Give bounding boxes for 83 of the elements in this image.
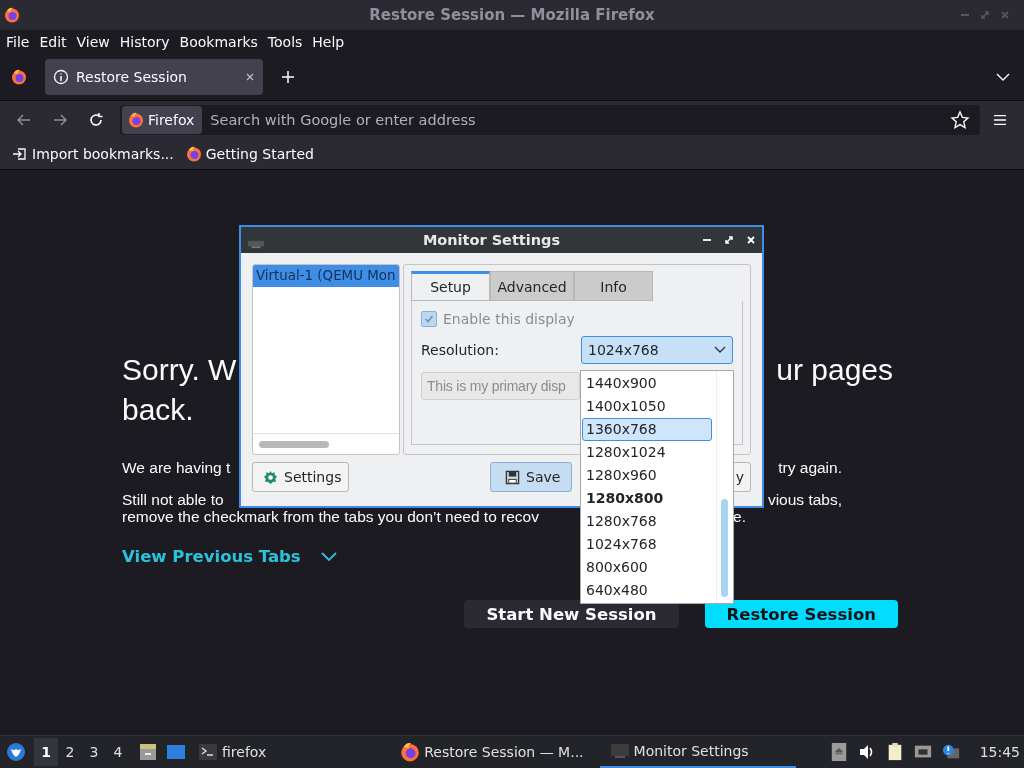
- restore-session-button[interactable]: Restore Session: [704, 600, 898, 628]
- chevron-down-icon[interactable]: [320, 551, 337, 562]
- firefox-logo-icon: [400, 742, 421, 762]
- file-cabinet-icon[interactable]: [138, 742, 158, 762]
- option-item[interactable]: 1024x768: [582, 533, 712, 556]
- menu-item[interactable]: View: [76, 33, 110, 50]
- workspace-button[interactable]: 3: [82, 738, 106, 766]
- save-button[interactable]: Save: [490, 462, 572, 492]
- info-icon: [53, 68, 69, 85]
- taskbar-button[interactable]: Restore Session — M...: [390, 736, 594, 768]
- scrollbar-thumb[interactable]: [259, 440, 329, 448]
- menu-icon[interactable]: [993, 114, 1007, 126]
- taskbar-button[interactable]: Monitor Settings: [599, 736, 796, 768]
- dialog-title: Monitor Settings: [421, 232, 562, 248]
- option-item[interactable]: 1360x768: [582, 418, 712, 441]
- desktop-icon[interactable]: [166, 742, 186, 762]
- import-icon: [12, 146, 28, 162]
- forward-icon[interactable]: [52, 112, 68, 128]
- option-item[interactable]: 800x600: [582, 556, 712, 579]
- option-item[interactable]: 1400x1050: [582, 395, 712, 418]
- new-tab-icon[interactable]: [281, 69, 295, 84]
- eject-icon[interactable]: [829, 743, 848, 761]
- menu-item[interactable]: Edit: [39, 33, 67, 50]
- start-new-session-button[interactable]: Start New Session: [464, 600, 679, 628]
- firefox-logo-icon: [128, 112, 144, 128]
- bookmark-item[interactable]: Getting Started: [185, 146, 314, 162]
- apply-button[interactable]: y: [734, 462, 751, 492]
- paragraph-text: try again.: [778, 459, 842, 476]
- monitor-icon: [247, 239, 265, 249]
- tab[interactable]: Advanced: [490, 271, 574, 301]
- checkbox-label: Enable this display: [443, 311, 575, 327]
- workspace-button[interactable]: 2: [58, 738, 82, 766]
- option-item[interactable]: 1280x960: [582, 464, 712, 487]
- menu-item[interactable]: Bookmarks: [179, 33, 258, 50]
- tab[interactable]: Info: [574, 271, 653, 301]
- tab[interactable]: Setup: [411, 271, 490, 301]
- firefox-logo-icon: [185, 146, 202, 162]
- heading-text: back.: [122, 392, 194, 428]
- clock: 15:45: [979, 744, 1020, 760]
- firefox-logo-icon: [4, 7, 20, 23]
- option-item[interactable]: 1280x768: [582, 510, 712, 533]
- workspace-button[interactable]: 4: [106, 738, 130, 766]
- address-bar[interactable]: Firefox Search with Google or enter address: [120, 105, 980, 135]
- paragraph-text: remove the checkmark from the tabs you don’t need to recov: [122, 508, 539, 525]
- bookmark-star-icon[interactable]: [950, 110, 970, 130]
- monitor-icon: [609, 741, 630, 761]
- option-item[interactable]: 1440x900: [582, 372, 712, 395]
- reload-icon[interactable]: [88, 112, 104, 128]
- close-tab-icon[interactable]: [245, 71, 255, 82]
- menu-item[interactable]: History: [119, 33, 170, 50]
- paragraph-text: vious tabs,: [767, 491, 842, 508]
- view-previous-tabs-link[interactable]: View Previous Tabs: [122, 547, 301, 566]
- resolution-label: Resolution:: [421, 342, 500, 358]
- option-item[interactable]: 1280x1024: [582, 441, 712, 464]
- menu-item[interactable]: Tools: [267, 33, 303, 50]
- heading-text: Sorry. W: [122, 352, 237, 388]
- terminal-icon: [198, 742, 218, 762]
- scrollbar-thumb[interactable]: [721, 499, 728, 597]
- menu-item[interactable]: File: [6, 33, 30, 50]
- option-item[interactable]: 1280x800: [582, 487, 712, 510]
- back-icon[interactable]: [16, 112, 32, 128]
- paragraph-text: e.: [733, 508, 746, 525]
- gear-icon: [263, 469, 278, 485]
- resolution-dropdown[interactable]: 1024x768: [581, 336, 733, 364]
- paragraph-text: Still not able to: [122, 491, 224, 508]
- checkmark-icon: [423, 313, 435, 325]
- heading-text: ur pages: [776, 352, 893, 388]
- settings-button[interactable]: Settings: [252, 462, 349, 492]
- chevron-down-icon: [714, 346, 726, 354]
- workspace-button[interactable]: 1: [34, 738, 58, 766]
- identity-button[interactable]: Firefox: [122, 106, 203, 134]
- taskbar-button[interactable]: firefox: [198, 742, 267, 762]
- firefox-view-icon[interactable]: [11, 68, 27, 85]
- address-field[interactable]: Search with Google or enter address: [208, 111, 950, 129]
- browser-tab[interactable]: Restore Session: [45, 58, 263, 95]
- paragraph-text: We are having t: [122, 459, 231, 476]
- output-list-item[interactable]: Virtual-1 (QEMU Mon: [253, 265, 399, 287]
- start-menu-icon[interactable]: [6, 742, 26, 762]
- window-title: Restore Session — Mozilla Firefox: [368, 6, 656, 24]
- bookmark-item[interactable]: Import bookmarks...: [12, 146, 174, 162]
- option-item[interactable]: 640x480: [582, 579, 712, 602]
- menu-item[interactable]: Help: [312, 33, 345, 50]
- notification-icon[interactable]: [941, 743, 960, 761]
